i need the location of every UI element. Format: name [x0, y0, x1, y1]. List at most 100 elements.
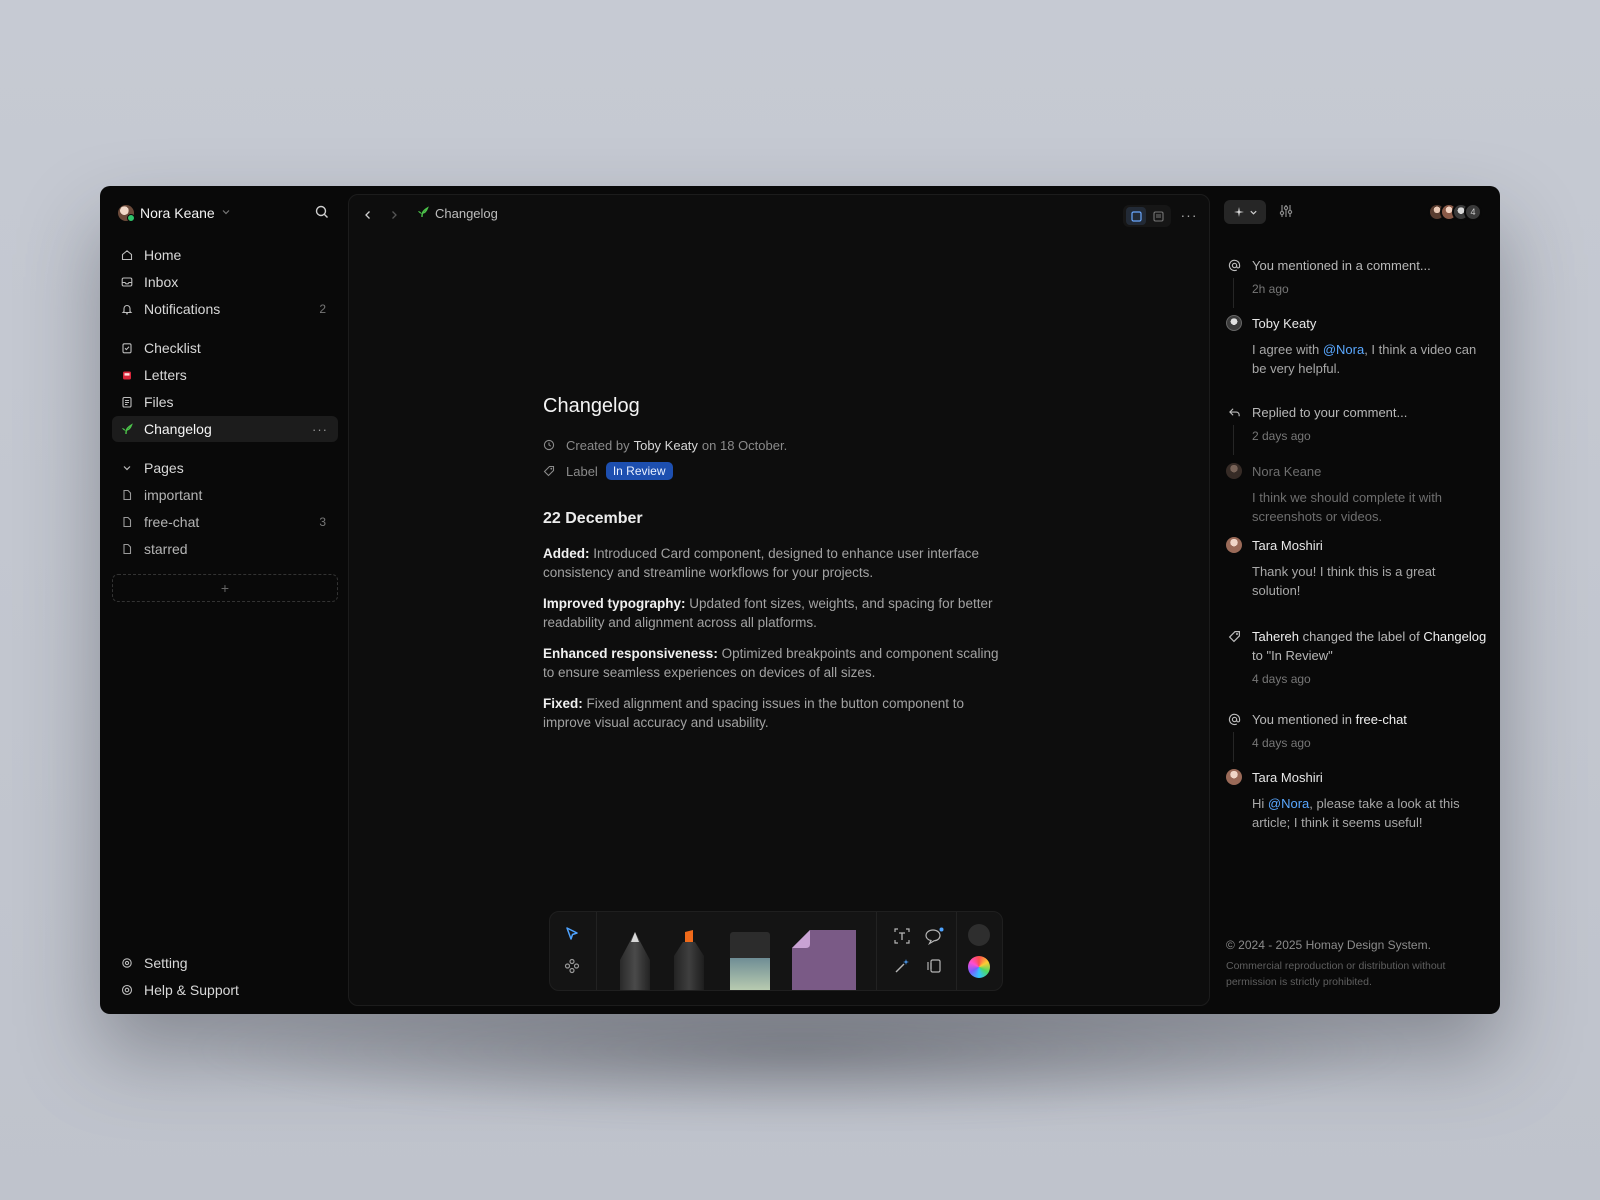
- sparkle-icon: [1233, 207, 1244, 217]
- activity-text: You mentioned in free-chat: [1252, 710, 1488, 729]
- chevron-down-icon: [120, 461, 134, 475]
- comment-author: Toby Keaty: [1252, 316, 1317, 331]
- page-icon: [120, 488, 134, 502]
- at-sign-icon: [1226, 711, 1242, 727]
- component-icon[interactable]: [562, 956, 582, 976]
- layers-tool-icon[interactable]: [924, 956, 944, 976]
- activity-text-part: You mentioned in: [1252, 712, 1356, 727]
- sidebar-item-changelog[interactable]: Changelog ···: [112, 416, 338, 442]
- back-arrow-icon[interactable]: [359, 206, 377, 224]
- sidebar-item-files[interactable]: Files: [112, 389, 338, 415]
- label-text: Label: [566, 463, 598, 479]
- inbox-icon: [120, 275, 134, 289]
- eraser-tool-icon[interactable]: [730, 932, 770, 990]
- view-toggle: [1123, 205, 1171, 227]
- activity-time: 4 days ago: [1252, 672, 1311, 686]
- page-count: 3: [319, 515, 326, 529]
- help-icon: [120, 983, 134, 997]
- user-mention[interactable]: @Nora: [1323, 342, 1364, 357]
- tag-icon: [1226, 628, 1242, 644]
- page-item-free-chat[interactable]: free-chat 3: [112, 509, 338, 535]
- entry-text: Fixed alignment and spacing issues in th…: [543, 696, 965, 730]
- doc-label-meta: Label In Review: [543, 460, 1013, 482]
- sidebar-item-checklist[interactable]: Checklist: [112, 335, 338, 361]
- user-name: Nora Keane: [140, 205, 215, 221]
- sidebar-item-label: Notifications: [144, 301, 221, 317]
- page-item-starred[interactable]: starred: [112, 536, 338, 562]
- search-icon[interactable]: [314, 204, 332, 222]
- sidebar-item-notifications[interactable]: Notifications 2: [112, 296, 338, 322]
- changelog-entry: Improved typography: Updated font sizes,…: [543, 594, 1013, 632]
- home-icon: [120, 248, 134, 262]
- reply-icon: [1226, 404, 1242, 420]
- comment-tool-icon[interactable]: [924, 926, 944, 946]
- gear-icon: [120, 956, 134, 970]
- presence-avatars[interactable]: 4: [1428, 203, 1482, 221]
- color-picker-icon[interactable]: [968, 956, 990, 978]
- thread-line: [1233, 732, 1234, 762]
- created-prefix: Created by: [566, 437, 630, 453]
- activity-page-link[interactable]: free-chat: [1356, 712, 1407, 727]
- editor-topbar: Changelog ···: [349, 195, 1209, 235]
- pencil-tool-icon[interactable]: [618, 930, 652, 990]
- chevron-down-icon: [1249, 210, 1257, 215]
- more-options-icon[interactable]: ···: [1179, 205, 1199, 225]
- cursor-icon[interactable]: [562, 924, 582, 944]
- filter-sliders-icon[interactable]: [1278, 203, 1296, 221]
- section-date: 22 December: [543, 510, 643, 527]
- pages-section-toggle[interactable]: Pages: [112, 455, 338, 481]
- thread-line: [1233, 278, 1234, 308]
- sidebar-item-setting[interactable]: Setting: [112, 950, 338, 976]
- add-page-button[interactable]: +: [112, 574, 338, 602]
- status-badge[interactable]: In Review: [605, 462, 673, 480]
- comment-text: Hi: [1252, 796, 1268, 811]
- page-item-label: important: [144, 487, 203, 503]
- sprout-icon: [120, 422, 134, 436]
- sidebar-item-letters[interactable]: Letters: [112, 362, 338, 388]
- changelog-entry: Fixed: Fixed alignment and spacing issue…: [543, 694, 1013, 732]
- sticky-note-tool-icon[interactable]: [792, 930, 856, 990]
- sidebar-item-label: Help & Support: [144, 982, 239, 998]
- page-item-important[interactable]: important: [112, 482, 338, 508]
- user-mention[interactable]: @Nora: [1268, 796, 1309, 811]
- activity-text: Tahereh changed the label of Changelog t…: [1252, 627, 1488, 665]
- breadcrumb[interactable]: Changelog: [417, 206, 498, 221]
- file-icon: [120, 395, 134, 409]
- activity-doc-link[interactable]: Changelog: [1423, 629, 1486, 644]
- single-view-icon[interactable]: [1126, 207, 1146, 225]
- toolbar-divider: [956, 912, 957, 990]
- changelog-entry: Enhanced responsiveness: Optimized break…: [543, 644, 1013, 682]
- avatar: [1226, 463, 1242, 479]
- color-swatch-dark[interactable]: [968, 924, 990, 946]
- legal-text: Commercial reproduction or distribution …: [1226, 960, 1446, 988]
- marker-tool-icon[interactable]: [672, 930, 706, 990]
- activity-text-part: to "In Review": [1252, 648, 1333, 663]
- changelog-entry: Added: Introduced Card component, design…: [543, 544, 1013, 582]
- comment-author: Nora Keane: [1252, 464, 1322, 479]
- split-view-icon[interactable]: [1148, 207, 1168, 225]
- text-tool-icon[interactable]: [892, 926, 912, 946]
- doc-created-meta: Created by Toby Keaty on 18 October.: [543, 434, 1013, 456]
- sidebar-item-home[interactable]: Home: [112, 242, 338, 268]
- chevron-down-icon: [221, 207, 231, 220]
- notification-count: 2: [319, 302, 326, 316]
- activity-actor[interactable]: Tahereh: [1252, 629, 1299, 644]
- user-avatar: [118, 205, 135, 222]
- page-item-label: free-chat: [144, 514, 200, 530]
- activity-time: 4 days ago: [1252, 736, 1311, 750]
- magic-wand-icon[interactable]: [892, 956, 912, 976]
- checklist-icon: [120, 341, 134, 355]
- sidebar-item-inbox[interactable]: Inbox: [112, 269, 338, 295]
- ai-assistant-button[interactable]: [1224, 200, 1266, 224]
- forward-arrow-icon[interactable]: [385, 206, 403, 224]
- clock-icon: [543, 439, 557, 451]
- activity-text-part: changed the label of: [1298, 629, 1424, 644]
- created-author[interactable]: Toby Keaty: [634, 438, 698, 453]
- more-options-icon[interactable]: ···: [312, 422, 328, 437]
- mailbox-icon: [120, 368, 134, 382]
- sidebar-item-help[interactable]: Help & Support: [112, 977, 338, 1003]
- comment-body: I agree with @Nora, I think a video can …: [1252, 340, 1486, 378]
- comment-body: Thank you! I think this is a great solut…: [1252, 564, 1436, 598]
- user-switcher[interactable]: Nora Keane: [118, 200, 332, 226]
- activity-text: Replied to your comment...: [1252, 405, 1408, 420]
